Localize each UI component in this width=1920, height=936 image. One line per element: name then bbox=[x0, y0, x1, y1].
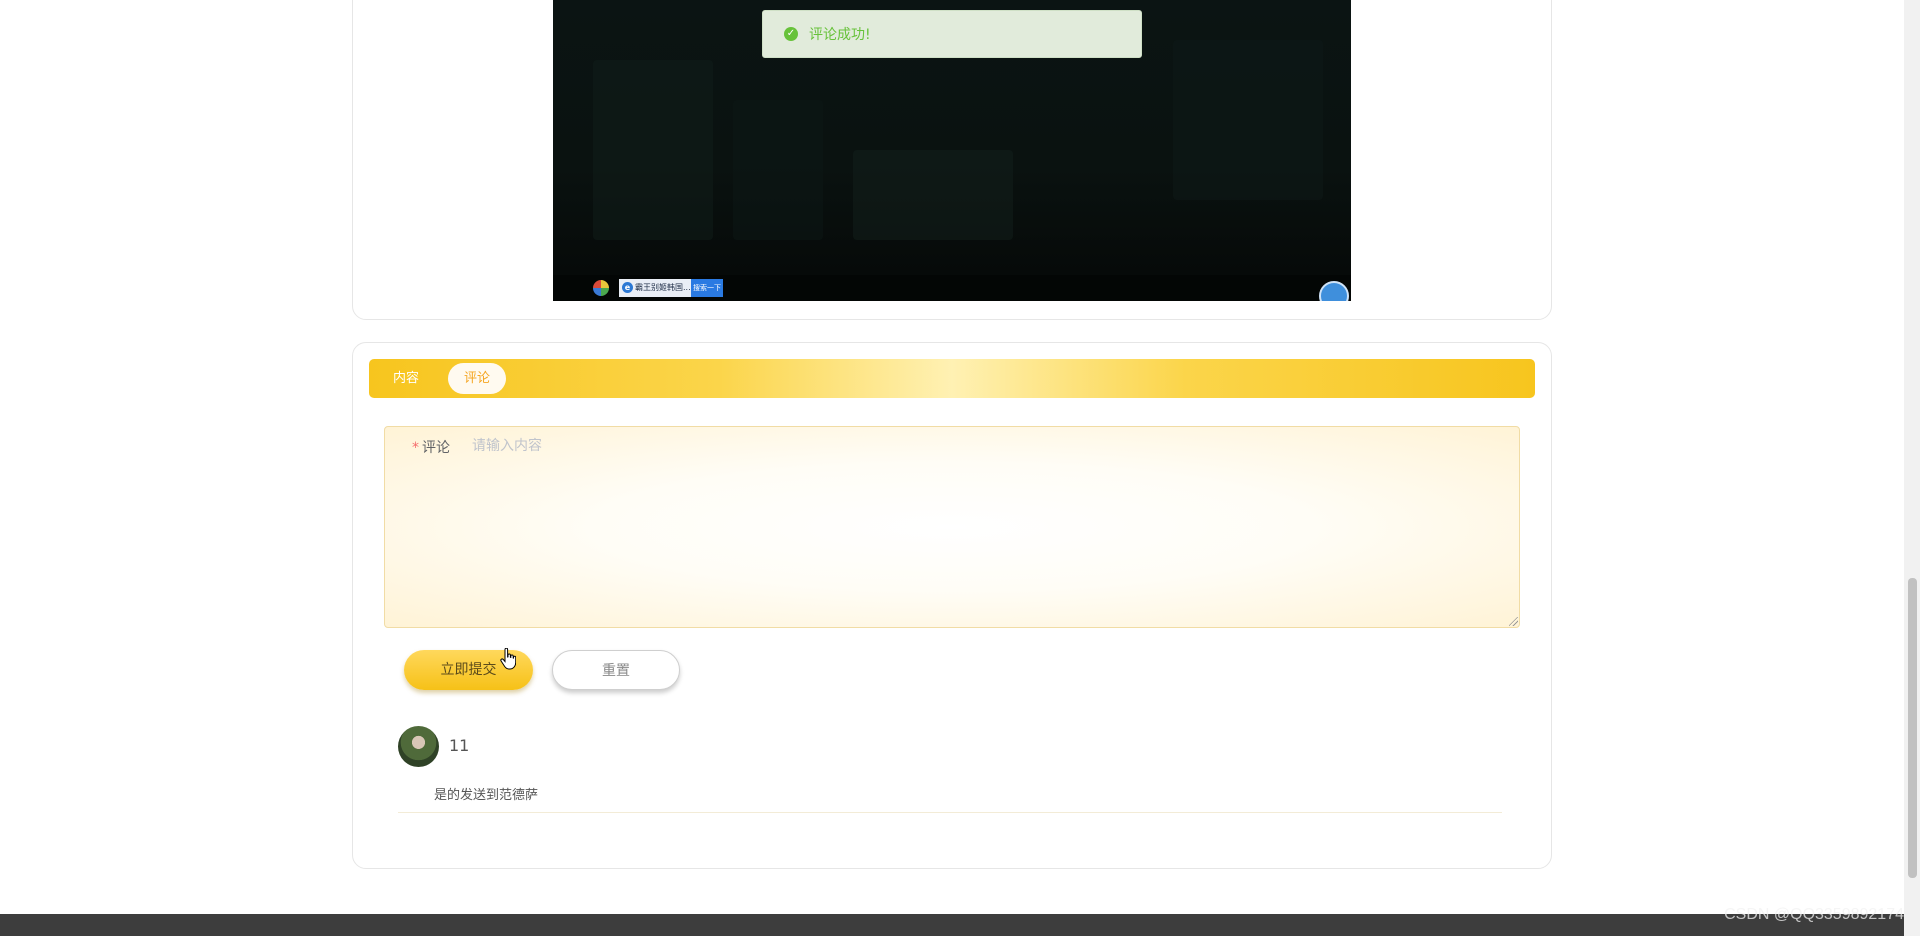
tab-content[interactable]: 内容 bbox=[393, 359, 419, 398]
tab-bar: 内容 评论 bbox=[369, 359, 1535, 398]
page-scrollbar[interactable] bbox=[1904, 0, 1920, 936]
video-taskbar-tab: 霸王别姬韩国... bbox=[619, 279, 691, 297]
scrollbar-thumb[interactable] bbox=[1908, 578, 1917, 878]
page-footer bbox=[0, 914, 1904, 936]
windows-logo-icon bbox=[593, 280, 609, 296]
video-taskbar: 霸王别姬韩国... 搜索一下 bbox=[553, 275, 1351, 301]
hand-pointer-cursor-icon bbox=[500, 648, 516, 670]
video-frame-shape bbox=[733, 100, 823, 240]
watermark-text: CSDN @QQ3359892174 bbox=[1724, 906, 1904, 923]
tab-comment[interactable]: 评论 bbox=[448, 363, 506, 394]
required-mark: * bbox=[412, 440, 419, 456]
check-circle-icon: ✓ bbox=[784, 27, 798, 41]
comment-field-label: * 评论 bbox=[412, 437, 450, 457]
avatar bbox=[398, 726, 439, 767]
resize-handle-icon[interactable] bbox=[1509, 617, 1518, 626]
video-frame-shape bbox=[853, 150, 1013, 240]
video-frame-shape bbox=[1173, 40, 1323, 200]
reset-button[interactable]: 重置 bbox=[552, 650, 680, 690]
comment-textarea[interactable] bbox=[384, 426, 1520, 628]
success-toast: ✓ 评论成功! bbox=[762, 10, 1142, 58]
comment-text: 是的发送到范德萨 bbox=[434, 788, 539, 803]
comment-input[interactable] bbox=[472, 436, 1502, 456]
comment-label-text: 评论 bbox=[422, 440, 450, 456]
video-taskbar-button: 搜索一下 bbox=[691, 279, 723, 297]
comment-username: 11 bbox=[449, 736, 470, 755]
video-frame-shape bbox=[593, 60, 713, 240]
comment-divider bbox=[398, 812, 1502, 813]
toast-message: 评论成功! bbox=[809, 27, 871, 43]
